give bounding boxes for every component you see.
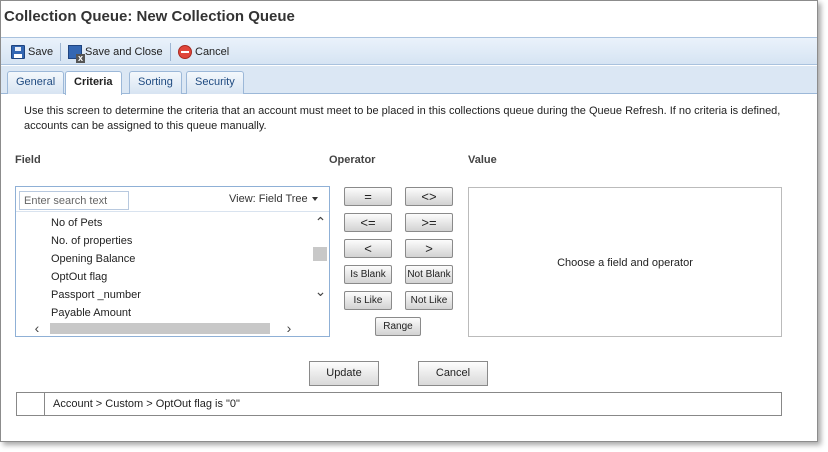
field-list-vertical-scrollbar[interactable]: ⌃ ⌄ xyxy=(312,213,329,320)
window-title: Collection Queue: New Collection Queue xyxy=(4,8,295,25)
equals-operator-button[interactable]: = xyxy=(344,187,392,206)
toolbar: Save Save and Close Cancel xyxy=(1,37,817,65)
cancel-icon xyxy=(178,45,192,59)
field-item[interactable]: No. of properties xyxy=(16,232,312,250)
greater-than-operator-button[interactable]: > xyxy=(405,239,453,258)
range-operator-button[interactable]: Range xyxy=(375,317,421,336)
less-than-operator-button[interactable]: < xyxy=(344,239,392,258)
field-header: Field xyxy=(15,154,41,166)
tab-criteria[interactable]: Criteria xyxy=(65,71,122,95)
save-button-label: Save xyxy=(28,46,54,58)
save-and-close-label: Save and Close xyxy=(85,46,163,58)
collection-queue-window: Collection Queue: New Collection Queue S… xyxy=(0,0,818,442)
title-bar: Collection Queue: New Collection Queue xyxy=(1,1,817,37)
greater-or-equal-operator-button[interactable]: >= xyxy=(405,213,453,232)
is-blank-operator-button[interactable]: Is Blank xyxy=(344,265,392,284)
tab-general[interactable]: General xyxy=(7,71,65,94)
instructions-text: Use this screen to determine the criteri… xyxy=(24,105,781,132)
view-selector-label: View: Field Tree xyxy=(229,193,308,205)
operator-header: Operator xyxy=(329,154,376,166)
field-search-input[interactable] xyxy=(19,191,129,210)
save-button[interactable]: Save xyxy=(11,42,53,62)
field-item[interactable]: Opening Balance xyxy=(16,250,312,268)
field-search-bar: View: Field Tree xyxy=(16,187,329,212)
cancel-toolbar-label: Cancel xyxy=(195,46,230,58)
tab-bar: General Criteria Sorting Security xyxy=(1,66,817,95)
dropdown-caret-icon xyxy=(311,197,318,202)
not-like-operator-button[interactable]: Not Like xyxy=(405,291,453,310)
less-or-equal-operator-button[interactable]: <= xyxy=(344,213,392,232)
tab-sorting[interactable]: Sorting xyxy=(129,71,182,94)
criteria-expression: Account > Custom > OptOut flag is "0" xyxy=(53,398,240,410)
is-like-operator-button[interactable]: Is Like xyxy=(344,291,392,310)
save-icon xyxy=(11,45,25,59)
tab-security[interactable]: Security xyxy=(186,71,244,94)
value-header: Value xyxy=(468,154,497,166)
save-and-close-icon xyxy=(68,45,85,63)
cancel-toolbar-button[interactable]: Cancel xyxy=(178,42,229,62)
value-placeholder-message: Choose a field and operator xyxy=(557,257,693,269)
value-panel: Choose a field and operator xyxy=(468,187,782,337)
save-and-close-button[interactable]: Save and Close xyxy=(68,42,163,63)
field-item[interactable]: Passport _number xyxy=(16,286,312,304)
criteria-row-selector[interactable] xyxy=(17,393,45,415)
not-equal-operator-button[interactable]: <> xyxy=(405,187,453,206)
criteria-row[interactable]: Account > Custom > OptOut flag is "0" xyxy=(16,392,782,416)
field-item[interactable]: OptOut flag xyxy=(16,268,312,286)
scroll-down-icon[interactable]: ⌄ xyxy=(314,284,327,298)
field-tree-panel: View: Field Tree No of Pets No. of prope… xyxy=(15,186,330,337)
field-item[interactable]: No of Pets xyxy=(16,214,312,232)
field-item[interactable]: Payable Amount xyxy=(16,304,312,320)
criteria-panel: Use this screen to determine the criteri… xyxy=(1,95,817,441)
not-blank-operator-button[interactable]: Not Blank xyxy=(405,265,453,284)
field-list-horizontal-scrollbar[interactable]: ‹ › xyxy=(16,320,329,336)
toolbar-separator xyxy=(60,43,61,61)
vertical-scroll-thumb[interactable] xyxy=(313,247,327,261)
scroll-left-icon[interactable]: ‹ xyxy=(30,321,44,335)
horizontal-scroll-thumb[interactable] xyxy=(50,323,270,334)
scroll-up-icon[interactable]: ⌃ xyxy=(314,215,327,229)
view-selector[interactable]: View: Field Tree xyxy=(229,193,318,205)
scroll-right-icon[interactable]: › xyxy=(282,321,296,335)
cancel-criteria-button[interactable]: Cancel xyxy=(418,361,488,386)
field-list: No of Pets No. of properties Opening Bal… xyxy=(16,214,312,320)
update-button[interactable]: Update xyxy=(309,361,379,386)
toolbar-separator xyxy=(170,43,171,61)
